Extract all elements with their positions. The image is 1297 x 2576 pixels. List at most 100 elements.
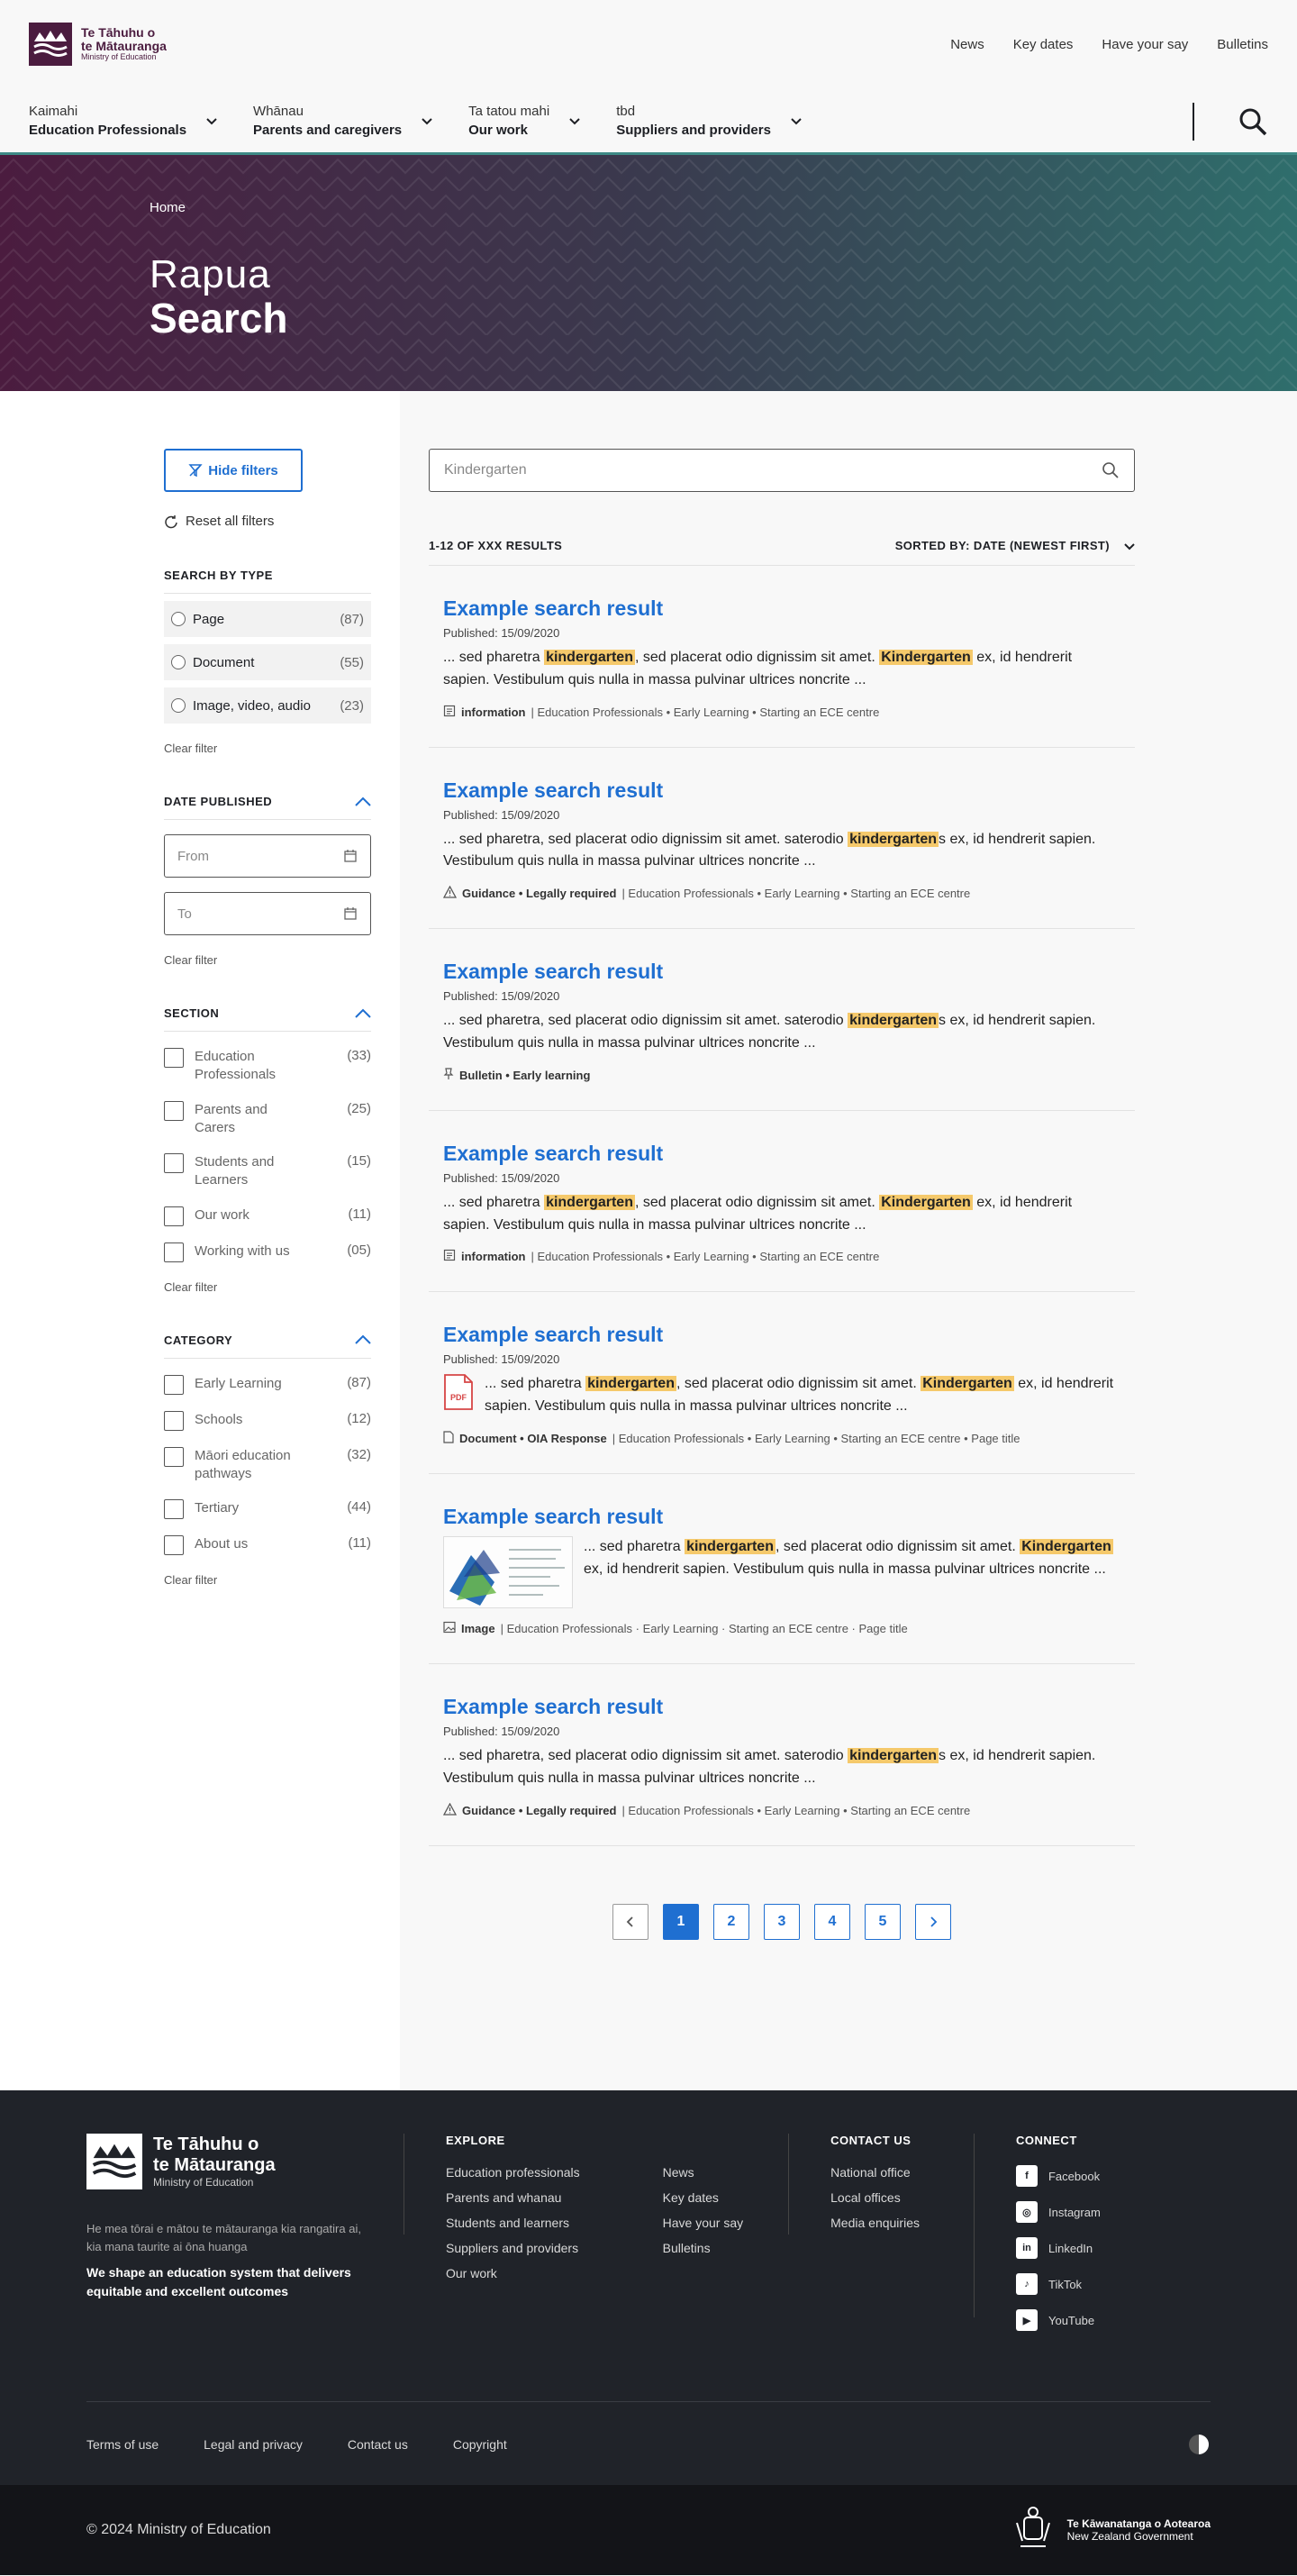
result-title-link[interactable]: Example search result (443, 1505, 1120, 1529)
checkbox[interactable] (164, 1446, 184, 1467)
category-option[interactable]: Schools (12) (164, 1410, 371, 1431)
next-page-button[interactable] (915, 1903, 951, 1940)
bottom-bar: © 2024 Ministry of Education Te Kāwanata… (0, 2485, 1297, 2575)
results-count: 1-12 OF XXX RESULTS (429, 539, 563, 552)
checkbox[interactable] (164, 1499, 184, 1519)
chevron-up-icon[interactable] (355, 796, 371, 807)
footer-link[interactable]: Local offices (830, 2190, 920, 2205)
social-link-linkedin[interactable]: in LinkedIn (1015, 2237, 1101, 2259)
util-nav-have-your-say[interactable]: Have your say (1102, 37, 1188, 52)
page-4-button[interactable]: 4 (814, 1903, 850, 1940)
page-5-button[interactable]: 5 (865, 1903, 901, 1940)
result-title-link[interactable]: Example search result (443, 960, 1120, 984)
sort-dropdown[interactable]: SORTED BY: DATE (NEWEST FIRST) (895, 539, 1135, 552)
calendar-icon[interactable] (343, 849, 358, 863)
sort-label: SORTED BY: (894, 539, 970, 552)
search-input[interactable]: Kindergarten (429, 449, 1135, 492)
result-title-link[interactable]: Example search result (443, 1142, 1120, 1166)
category-option[interactable]: Māori education pathways (32) (164, 1446, 371, 1484)
section-option[interactable]: Our work (11) (164, 1206, 371, 1226)
footer-link[interactable]: Have your say (663, 2216, 743, 2230)
document-icon (443, 1431, 454, 1446)
social-link-instagram[interactable]: ◎ Instagram (1015, 2201, 1101, 2223)
section-option[interactable]: Parents and Carers (25) (164, 1100, 371, 1138)
type-option-media[interactable]: Image, video, audio (23) (164, 687, 371, 724)
main-nav-suppliers[interactable]: tbd Suppliers and providers (616, 104, 802, 138)
result-title-link[interactable]: Example search result (443, 1323, 1120, 1347)
footer-link[interactable]: Bulletins (663, 2241, 743, 2255)
date-to-field[interactable]: To (164, 892, 371, 935)
breadcrumb-home[interactable]: Home (150, 200, 186, 215)
checkbox[interactable] (164, 1048, 184, 1068)
checkbox[interactable] (164, 1100, 184, 1121)
page-1-button[interactable]: 1 (663, 1903, 699, 1940)
checkbox[interactable] (164, 1535, 184, 1555)
footer-link[interactable]: Key dates (663, 2190, 743, 2205)
hide-filters-button[interactable]: Hide filters (164, 449, 303, 492)
radio-button[interactable] (171, 698, 186, 713)
checkbox[interactable] (164, 1410, 184, 1431)
checkbox[interactable] (164, 1153, 184, 1173)
legal-link[interactable]: Contact us (348, 2437, 408, 2452)
footer-link[interactable]: Suppliers and providers (446, 2241, 580, 2255)
radio-button[interactable] (171, 655, 186, 669)
footer-link[interactable]: Our work (446, 2266, 580, 2280)
clear-type-filter[interactable]: Clear filter (164, 742, 371, 755)
section-option[interactable]: Students and Learners (15) (164, 1153, 371, 1190)
calendar-icon[interactable] (343, 906, 358, 921)
result-title-link[interactable]: Example search result (443, 1695, 1120, 1719)
section-option[interactable]: Education Professionals (33) (164, 1048, 371, 1085)
footer-link[interactable]: Students and learners (446, 2216, 580, 2230)
util-nav-key-dates[interactable]: Key dates (1013, 37, 1074, 52)
result-title-link[interactable]: Example search result (443, 778, 1120, 803)
util-nav-bulletins[interactable]: Bulletins (1217, 37, 1268, 52)
chevron-up-icon[interactable] (355, 1334, 371, 1345)
main-nav-education-professionals[interactable]: Kaimahi Education Professionals (29, 104, 217, 138)
results-meta: 1-12 OF XXX RESULTS SORTED BY: DATE (NEW… (429, 539, 1135, 566)
footer-link[interactable]: Parents and whanau (446, 2190, 580, 2205)
result-categories: | Education Professionals • Early Learni… (621, 887, 971, 901)
type-option-document[interactable]: Document (55) (164, 644, 371, 680)
checkbox[interactable] (164, 1206, 184, 1226)
legal-link[interactable]: Copyright (453, 2437, 507, 2452)
page-3-button[interactable]: 3 (764, 1903, 800, 1940)
top-bar: Te Tāhuhu o te Mātauranga Ministry of Ed… (0, 0, 1297, 88)
footer-link[interactable]: National office (830, 2165, 920, 2180)
checkbox[interactable] (164, 1374, 184, 1395)
result-type: Guidance • Legally required (462, 887, 617, 901)
clear-section-filter[interactable]: Clear filter (164, 1280, 371, 1294)
legal-link[interactable]: Legal and privacy (204, 2437, 303, 2452)
clear-date-filter[interactable]: Clear filter (164, 953, 371, 967)
result-thumbnail-image[interactable] (443, 1535, 573, 1608)
section-option[interactable]: Working with us (05) (164, 1242, 371, 1262)
search-result: Example search result Published: 15/09/20… (429, 566, 1135, 748)
prev-page-button[interactable] (612, 1903, 648, 1940)
footer-link[interactable]: News (663, 2165, 743, 2180)
category-option[interactable]: About us (11) (164, 1535, 371, 1555)
chevron-up-icon[interactable] (355, 1008, 371, 1019)
category-option[interactable]: Tertiary (44) (164, 1499, 371, 1519)
checkbox[interactable] (164, 1242, 184, 1262)
clear-category-filter[interactable]: Clear filter (164, 1573, 371, 1587)
footer-logo[interactable]: Te Tāhuhu o te Mātauranga Ministry of Ed… (86, 2134, 375, 2189)
result-title-link[interactable]: Example search result (443, 596, 1120, 621)
util-nav-news[interactable]: News (950, 37, 984, 52)
date-from-field[interactable]: From (164, 834, 371, 878)
site-logo[interactable]: Te Tāhuhu o te Mātauranga Ministry of Ed… (29, 23, 167, 66)
footer-link[interactable]: Education professionals (446, 2165, 580, 2180)
type-option-page[interactable]: Page (87) (164, 601, 371, 637)
search-icon[interactable] (1102, 461, 1120, 479)
radio-button[interactable] (171, 612, 186, 626)
reset-filters-link[interactable]: Reset all filters (164, 514, 371, 529)
legal-link[interactable]: Terms of use (86, 2437, 159, 2452)
social-link-tiktok[interactable]: ♪ TikTok (1015, 2273, 1101, 2295)
theme-toggle-icon[interactable] (1187, 2433, 1211, 2456)
social-link-facebook[interactable]: f Facebook (1015, 2165, 1101, 2187)
social-link-youtube[interactable]: ▶ YouTube (1015, 2309, 1101, 2331)
main-nav-parents[interactable]: Whānau Parents and caregivers (253, 104, 432, 138)
category-option[interactable]: Early Learning (87) (164, 1374, 371, 1395)
footer-link[interactable]: Media enquiries (830, 2216, 920, 2230)
main-nav-our-work[interactable]: Ta tatou mahi Our work (468, 104, 580, 138)
search-icon[interactable] (1238, 106, 1268, 137)
page-2-button[interactable]: 2 (713, 1903, 749, 1940)
